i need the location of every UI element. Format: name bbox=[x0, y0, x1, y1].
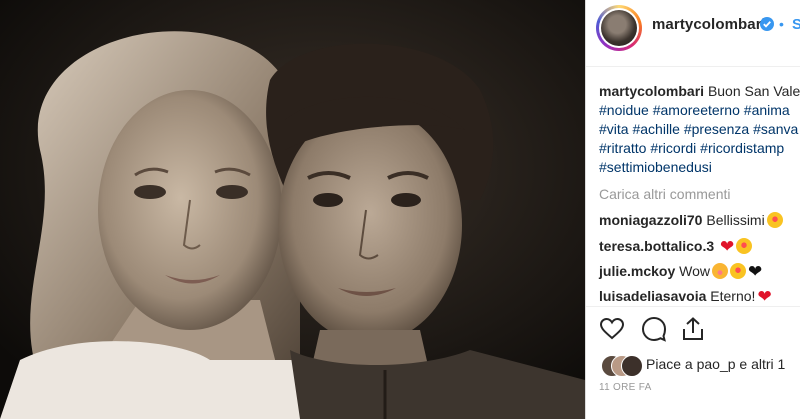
header-username[interactable]: martycolombari bbox=[652, 16, 766, 33]
caption-username[interactable]: martycolombari bbox=[599, 83, 704, 99]
comment-username[interactable]: teresa.bottalico.3 bbox=[599, 238, 714, 254]
comment-text: Wow bbox=[679, 263, 711, 279]
comment-item: teresa.bottalico.3 ❤ bbox=[599, 237, 753, 257]
heart-icon[interactable] bbox=[599, 316, 625, 342]
hashtag-link[interactable]: #vita bbox=[599, 121, 629, 137]
liker-avatar bbox=[621, 355, 643, 377]
hashtag-link[interactable]: #presenza bbox=[684, 121, 749, 137]
star-struck-emoji-icon bbox=[766, 212, 783, 228]
verified-badge-icon bbox=[760, 17, 774, 31]
comment-item: luisadeliasavoia Eterno! ❤ bbox=[599, 287, 772, 307]
header-separator-dot: • bbox=[779, 16, 784, 32]
follow-button[interactable]: S bbox=[792, 16, 800, 33]
hashtag-link[interactable]: #settimiobenedusi bbox=[599, 159, 712, 175]
hashtag-link[interactable]: #anima bbox=[744, 102, 790, 118]
caption-line-2: #noidue #amoreeterno #anima bbox=[599, 101, 800, 120]
comment-item: julie.mckoy Wow ❤ bbox=[599, 262, 762, 282]
blushing-emoji-icon bbox=[712, 263, 729, 279]
caption-line-1: martycolombari Buon San Vale bbox=[599, 82, 800, 101]
comment-username[interactable]: luisadeliasavoia bbox=[599, 288, 706, 304]
comment-username[interactable]: moniagazzoli70 bbox=[599, 212, 702, 228]
hashtag-link[interactable]: #achille bbox=[632, 121, 679, 137]
caption-line-4: #ritratto #ricordi #ricordistamp bbox=[599, 139, 800, 158]
post-header: martycolombari • S bbox=[586, 0, 800, 67]
avatar-border bbox=[599, 8, 639, 48]
star-struck-emoji-icon bbox=[730, 263, 747, 279]
hashtag-link[interactable]: #ricordi bbox=[650, 140, 696, 156]
hashtag-link[interactable]: #ritratto bbox=[599, 140, 646, 156]
hashtag-link[interactable]: #sanva bbox=[753, 121, 798, 137]
hashtag-link[interactable]: #ricordistamp bbox=[700, 140, 784, 156]
avatar[interactable] bbox=[596, 5, 642, 51]
post-caption: martycolombari Buon San Vale #noidue #am… bbox=[599, 82, 800, 177]
comment-item: moniagazzoli70 Bellissimi bbox=[599, 212, 783, 228]
caption-line-5: #settimiobenedusi bbox=[599, 158, 800, 177]
comment-text: Bellissimi bbox=[706, 212, 765, 228]
red-heart-emoji-icon: ❤ bbox=[720, 237, 735, 256]
likes-count-text[interactable]: Piace a pao_p e altri 1 bbox=[646, 356, 785, 372]
caption-line-3: #vita #achille #presenza #sanva bbox=[599, 120, 800, 139]
comment-username[interactable]: julie.mckoy bbox=[599, 263, 675, 279]
comment-icon[interactable] bbox=[641, 316, 667, 342]
avatar-image bbox=[601, 10, 637, 46]
star-struck-emoji-icon bbox=[736, 238, 753, 254]
post-timestamp: 11 ORE FA bbox=[599, 382, 652, 393]
red-heart-emoji-icon: ❤ bbox=[757, 287, 772, 306]
comment-text: Eterno! bbox=[710, 288, 756, 304]
post-photo[interactable] bbox=[0, 0, 585, 419]
black-heart-emoji-icon: ❤ bbox=[748, 262, 763, 281]
caption-text: Buon San Vale bbox=[707, 83, 800, 99]
post-actions-bar: Piace a pao_p e altri 1 bbox=[586, 306, 800, 420]
portrait-photo-image bbox=[0, 0, 585, 419]
post-side-panel: martycolombari • S martycolombari Buon S… bbox=[586, 0, 800, 419]
likers-avatars[interactable] bbox=[601, 355, 643, 377]
hashtag-link[interactable]: #amoreeterno bbox=[653, 102, 740, 118]
hashtag-link[interactable]: #noidue bbox=[599, 102, 649, 118]
load-more-comments-button[interactable]: Carica altri commenti bbox=[599, 186, 730, 202]
share-icon[interactable] bbox=[680, 316, 706, 342]
